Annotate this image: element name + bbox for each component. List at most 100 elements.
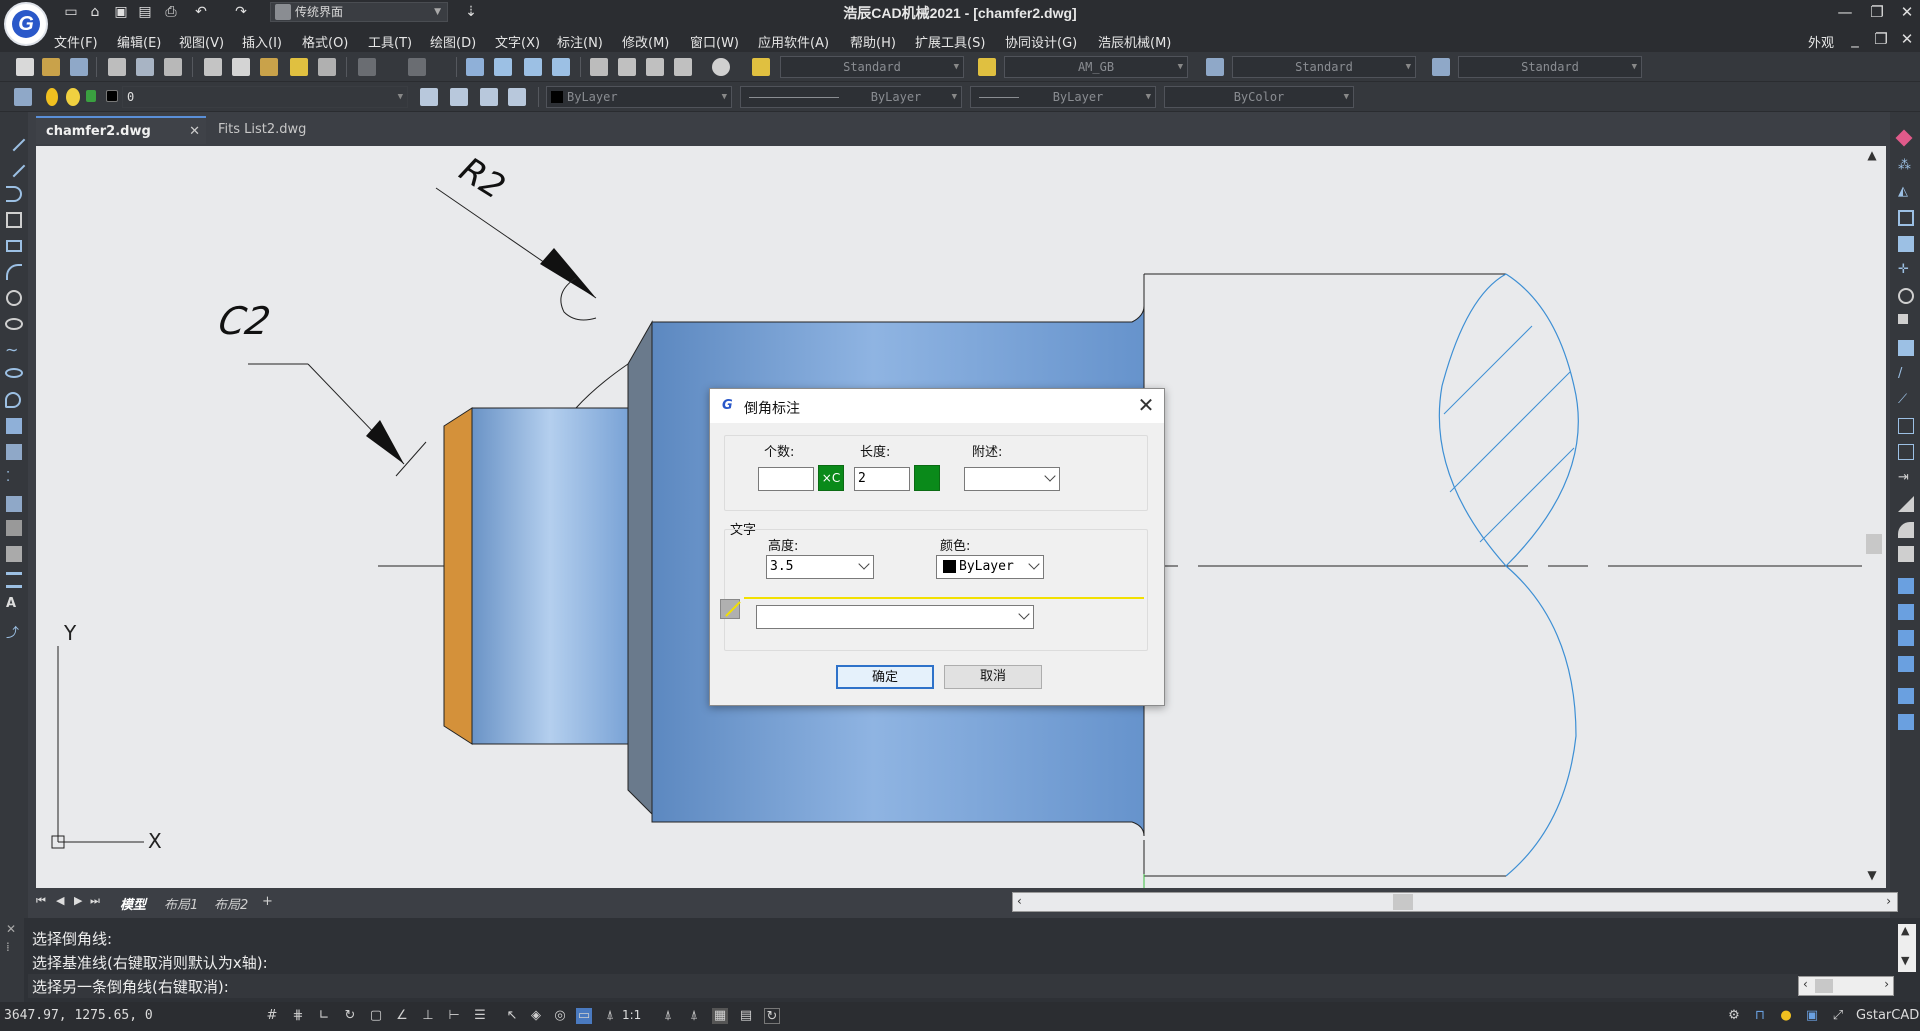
plot-icon[interactable] xyxy=(164,58,182,76)
menu-dimension[interactable]: 标注(N) xyxy=(557,32,603,51)
scroll-up-icon[interactable]: ▲ xyxy=(1862,148,1882,162)
workspace-switch-icon[interactable]: ▦ xyxy=(712,1008,728,1024)
save-icon[interactable] xyxy=(70,58,88,76)
zoom-realtime-icon[interactable] xyxy=(494,58,512,76)
text-style-icon[interactable] xyxy=(752,58,770,76)
line-icon[interactable] xyxy=(2,128,26,152)
make-current-layer-icon[interactable] xyxy=(420,88,438,106)
scroll-left-icon[interactable]: ‹ xyxy=(1803,977,1808,991)
lineweight-select[interactable]: ByLayer ▼ xyxy=(970,86,1156,108)
array-icon[interactable] xyxy=(1898,236,1914,252)
ortho-mode-icon[interactable]: ∟ xyxy=(316,1008,332,1024)
lineweight-display-icon[interactable]: ☰ xyxy=(472,1008,488,1024)
multileader-style-select[interactable]: Standard ▼ xyxy=(1458,56,1642,78)
menu-tools[interactable]: 工具(T) xyxy=(368,32,412,51)
hardware-acceleration-icon[interactable]: ▤ xyxy=(738,1008,754,1024)
snap-mode-icon[interactable]: ⋕ xyxy=(290,1008,306,1024)
close-tab-icon[interactable]: ✕ xyxy=(189,118,200,146)
zoom-window-icon[interactable] xyxy=(524,58,542,76)
make-block-icon[interactable] xyxy=(6,444,22,460)
tab-layout2[interactable]: 布局2 xyxy=(214,894,248,913)
break-icon[interactable] xyxy=(1898,444,1914,460)
redo-icon[interactable] xyxy=(408,58,426,76)
menu-extend-tools[interactable]: 扩展工具(S) xyxy=(915,32,985,51)
layer-thaw-icon[interactable] xyxy=(66,88,80,106)
count-suffix-button[interactable]: ×C xyxy=(818,465,844,491)
layer-display-icon[interactable]: ◈ xyxy=(528,1008,544,1024)
scroll-right-icon[interactable]: › xyxy=(1884,977,1889,991)
open-icon[interactable] xyxy=(42,58,60,76)
zoom-previous-icon[interactable] xyxy=(552,58,570,76)
plotstyle-select[interactable]: ByColor ▼ xyxy=(1164,86,1354,108)
layer-on-icon[interactable] xyxy=(46,88,58,106)
print-icon[interactable] xyxy=(108,58,126,76)
menu-view[interactable]: 视图(V) xyxy=(179,32,224,51)
extend-icon[interactable]: ⟋ xyxy=(1898,392,1914,408)
settings-gear-icon[interactable]: ⚙ xyxy=(1726,1008,1742,1024)
menu-help[interactable]: 帮助(H) xyxy=(850,32,896,51)
linetype-select[interactable]: ByLayer ▼ xyxy=(740,86,962,108)
point-icon[interactable]: ⁚ xyxy=(6,470,22,486)
bring-above-icon[interactable] xyxy=(1898,630,1914,646)
chamfer-icon[interactable] xyxy=(1898,496,1914,512)
dim-style-icon[interactable] xyxy=(978,58,996,76)
text-color-select[interactable]: ByLayer xyxy=(936,555,1044,579)
full-screen-icon[interactable]: ⤢ xyxy=(1830,1008,1846,1024)
table-icon[interactable] xyxy=(6,572,22,588)
close-icon[interactable]: ✕ xyxy=(1134,393,1158,417)
multileader-style-icon[interactable] xyxy=(1432,58,1450,76)
doc-close-button[interactable]: ✕ xyxy=(1896,29,1918,49)
match-properties-icon[interactable] xyxy=(290,58,308,76)
mirror-icon[interactable]: ◭ xyxy=(1898,184,1914,200)
layer-unlock-icon[interactable] xyxy=(86,90,96,102)
multiline-text-icon[interactable]: A xyxy=(6,596,22,612)
menu-format[interactable]: 格式(O) xyxy=(302,32,348,51)
selection-cycling-icon[interactable]: ↖ xyxy=(504,1008,520,1024)
polyline-icon[interactable] xyxy=(6,186,22,202)
send-under-icon[interactable] xyxy=(1898,656,1914,672)
scroll-up-icon[interactable]: ▲ xyxy=(1901,924,1909,937)
command-vertical-scrollbar[interactable]: ▲ ▼ xyxy=(1898,924,1916,972)
tab-fits-list2[interactable]: Fits List2.dwg xyxy=(208,116,318,144)
draw-order-front-icon[interactable] xyxy=(1898,578,1914,594)
menu-modify[interactable]: 修改(M) xyxy=(622,32,669,51)
polygon-icon[interactable] xyxy=(6,212,22,228)
break-at-point-icon[interactable] xyxy=(1898,418,1914,434)
arc-icon[interactable] xyxy=(6,264,22,280)
copy-object-icon[interactable]: ⁂ xyxy=(1898,158,1914,174)
prev-layout-icon[interactable]: ◀ xyxy=(56,894,64,907)
rectangle-icon[interactable] xyxy=(6,240,22,252)
annotation-visibility-icon[interactable]: ⍋ xyxy=(660,1008,676,1024)
height-select[interactable]: 3.5 xyxy=(766,555,874,579)
trim-icon[interactable]: / xyxy=(1898,366,1914,382)
menu-mechanical[interactable]: 浩辰机械(M) xyxy=(1098,32,1171,51)
menu-insert[interactable]: 插入(I) xyxy=(242,32,282,51)
tool-palettes-icon[interactable] xyxy=(646,58,664,76)
scale-icon[interactable] xyxy=(1898,314,1908,324)
dynamic-input-icon[interactable]: ⊢ xyxy=(446,1008,462,1024)
menu-window[interactable]: 窗口(W) xyxy=(690,32,739,51)
revision-cloud-icon[interactable] xyxy=(5,392,21,408)
object-snap-tracking-icon[interactable]: ∠ xyxy=(394,1008,410,1024)
leader-style-icon[interactable] xyxy=(720,599,741,619)
app-logo[interactable]: G xyxy=(4,2,48,46)
cut-icon[interactable] xyxy=(204,58,222,76)
ellipse-icon[interactable] xyxy=(5,318,23,330)
text-style-select[interactable]: Standard ▼ xyxy=(780,56,964,78)
dynamic-ucs-icon[interactable]: ⊥ xyxy=(420,1008,436,1024)
annotation-scale-icon[interactable]: ⍋ xyxy=(602,1008,618,1024)
scroll-thumb[interactable] xyxy=(1393,894,1413,910)
offset-icon[interactable] xyxy=(1898,210,1914,226)
scroll-down-icon[interactable]: ▼ xyxy=(1862,868,1882,882)
menu-text[interactable]: 文字(X) xyxy=(495,32,540,51)
close-command-icon[interactable]: ✕ xyxy=(6,922,16,936)
add-selected-icon[interactable]: ⤴ xyxy=(6,622,22,641)
design-center-icon[interactable] xyxy=(618,58,636,76)
last-layout-icon[interactable]: ⏭ xyxy=(90,894,100,908)
block-editor-icon[interactable] xyxy=(318,58,336,76)
cancel-button[interactable]: 取消 xyxy=(944,665,1042,689)
paste-icon[interactable] xyxy=(260,58,278,76)
next-layout-icon[interactable]: ▶ xyxy=(74,894,82,907)
minimize-button[interactable]: — xyxy=(1834,2,1856,22)
add-layout-tab[interactable]: + xyxy=(262,894,273,909)
